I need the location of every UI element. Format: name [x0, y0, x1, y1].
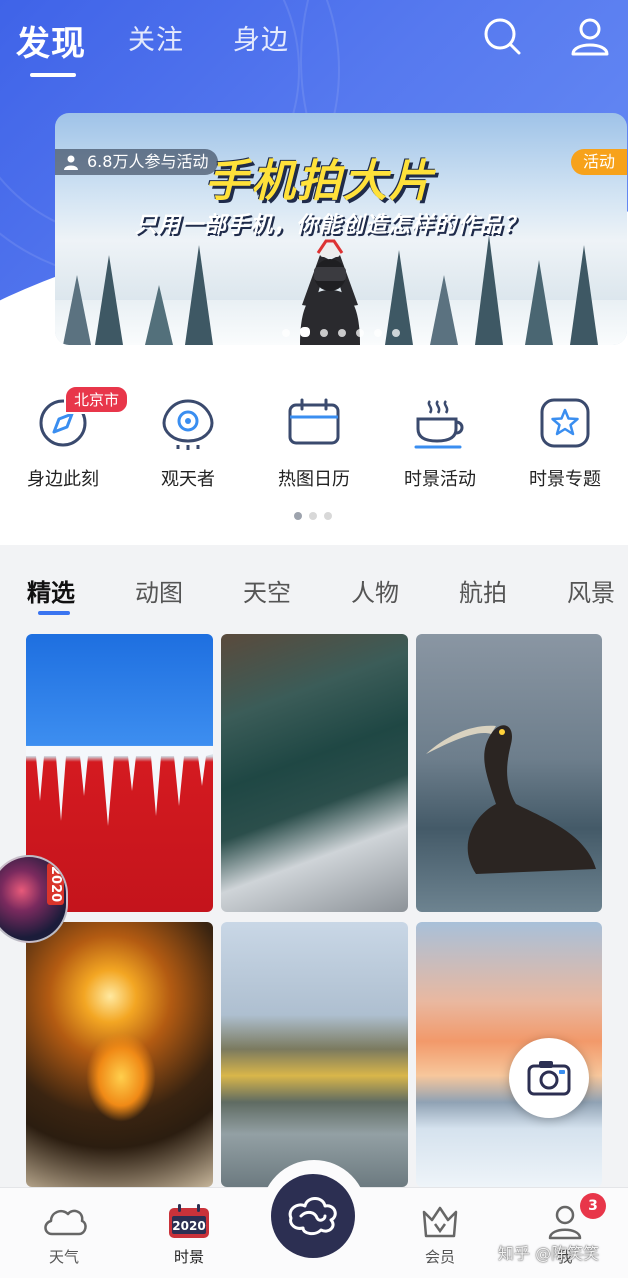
tab-nearby[interactable]: 身边: [233, 18, 289, 57]
notification-badge: 3: [580, 1193, 606, 1219]
top-bar: 发现 关注 身边: [0, 0, 628, 90]
entry-label: 时景活动: [404, 469, 476, 490]
location-badge: 北京市: [64, 385, 130, 414]
calendar-2020-icon: 2020: [169, 1204, 209, 1238]
floating-2020-ball[interactable]: 2020: [0, 855, 68, 943]
entry-label: 身边此刻: [27, 469, 99, 490]
tab-discover[interactable]: 发现: [16, 16, 86, 65]
entry-label: 时景专题: [529, 469, 601, 490]
star-badge-icon: [540, 398, 590, 448]
category-tab-featured[interactable]: 精选: [27, 573, 75, 608]
entry-label: 观天者: [161, 469, 215, 490]
category-active-indicator: [38, 611, 70, 615]
camera-button[interactable]: [509, 1038, 589, 1118]
tab-follow[interactable]: 关注: [128, 18, 184, 57]
sun-reflection: [86, 1032, 156, 1122]
cloud-logo-icon: [288, 1197, 337, 1236]
category-tabs: 精选 动图 天空 人物 航拍 风景: [0, 555, 628, 625]
watermark-text: 知乎 @陈笑笑: [498, 1244, 600, 1263]
nav-scene[interactable]: 2020 时景: [149, 1202, 229, 1267]
photo-card-city-river[interactable]: [221, 922, 408, 1187]
nav-weather[interactable]: 天气: [24, 1202, 104, 1267]
quick-entry-panel: 身边此刻 北京市 观天者 热图日历 时景活动 时景专题: [0, 345, 628, 545]
crown-icon: [422, 1206, 458, 1238]
search-icon[interactable]: [482, 16, 522, 56]
camera-icon: [527, 1061, 571, 1096]
participants-count: 6.8万人参与活动: [87, 152, 209, 171]
nav-center-circle: [271, 1174, 355, 1258]
nav-label: 天气: [48, 1248, 79, 1266]
calendar-icon: [288, 398, 340, 445]
category-tab-sky[interactable]: 天空: [243, 573, 291, 608]
nav-label: 会员: [424, 1248, 455, 1266]
nav-label: 时景: [173, 1248, 204, 1266]
category-tab-clip: 风景: [567, 555, 628, 625]
tab-active-indicator: [30, 73, 76, 77]
category-tab-aerial[interactable]: 航拍: [459, 573, 507, 608]
coffee-cup-icon: [414, 400, 464, 449]
entry-sky-watcher[interactable]: 观天者: [133, 395, 243, 491]
activity-badge: 活动: [570, 149, 627, 175]
entry-heat-calendar[interactable]: 热图日历: [259, 395, 369, 491]
entry-pagination: [294, 512, 339, 520]
photo-card-cormorant[interactable]: [416, 634, 602, 912]
banner-subtitle: 只用一部手机，你能创造怎样的作品？: [135, 213, 527, 238]
nav-center-button[interactable]: [261, 1160, 367, 1266]
banner-title: 手机拍大片: [205, 156, 435, 207]
entry-scene-activity[interactable]: 时景活动: [385, 395, 495, 491]
activity-banner[interactable]: 6.8万人参与活动 活动 手机拍大片 只用一部手机，你能创造怎样的作品？: [55, 113, 627, 345]
category-tab-people[interactable]: 人物: [351, 573, 399, 608]
photo-card-aerial-lake[interactable]: [221, 634, 408, 912]
photo-card-sunset-reflection[interactable]: [26, 922, 213, 1187]
nav-member[interactable]: 会员: [400, 1202, 480, 1267]
eye-icon: [162, 399, 214, 450]
calendar-year-text: 2020: [172, 1219, 205, 1233]
icicle-shapes: [26, 746, 213, 826]
profile-icon[interactable]: [570, 16, 610, 56]
entry-scene-topics[interactable]: 时景专题: [510, 395, 620, 491]
participants-tag: 6.8万人参与活动: [55, 149, 219, 175]
cloud-icon: [44, 1209, 87, 1236]
cormorant-shape: [426, 725, 596, 874]
year-badge: 2020: [47, 863, 64, 906]
category-tab-scenery[interactable]: 风景: [567, 573, 615, 608]
user-icon: [64, 155, 78, 170]
banner-pagination: [55, 327, 627, 337]
category-tab-animated[interactable]: 动图: [135, 573, 183, 608]
entry-label: 热图日历: [278, 469, 350, 490]
